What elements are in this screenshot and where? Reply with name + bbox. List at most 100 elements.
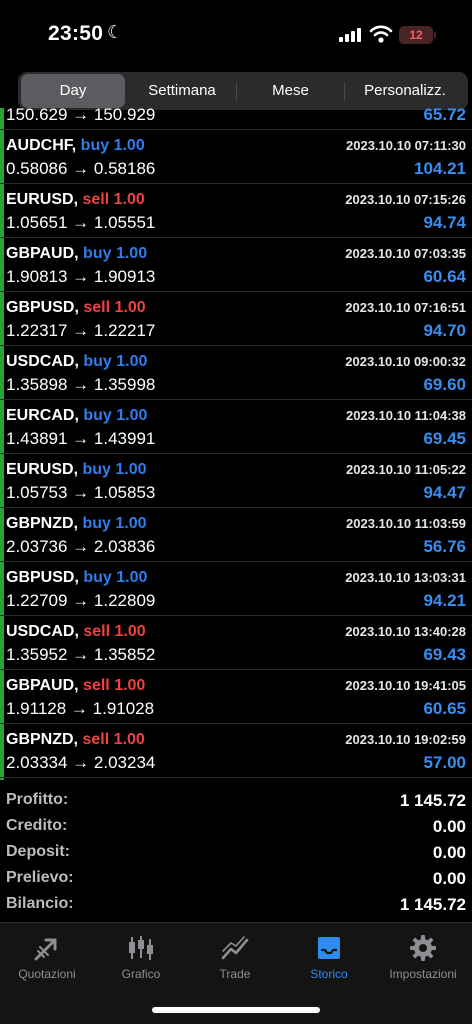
trade-profit: 57.00 <box>423 753 466 772</box>
tab-history[interactable]: Storico <box>282 923 376 993</box>
trade-date: 2023.10.10 19:02:59 <box>345 732 466 747</box>
trade-date: 2023.10.10 07:11:30 <box>346 138 466 153</box>
list-item[interactable]: USDCAD, buy 1.00 1.35898 → 1.35998 2023.10… <box>0 346 472 400</box>
trade-profit: 94.70 <box>423 321 466 340</box>
trade-prices: 0.58086 → 0.58186 <box>6 159 156 178</box>
trade-side: sell <box>82 191 110 208</box>
trade-history-list[interactable]: 150.629 → 150.929 65.72 AUDCHF, buy 1.00… <box>0 108 472 780</box>
trade-side: sell <box>83 299 111 316</box>
trade-symbol: GBPAUD, <box>6 245 79 262</box>
trade-prices: 1.90813 → 1.90913 <box>6 267 156 286</box>
trade-lots: 1.00 <box>113 731 145 748</box>
trade-prices: 2.03736 → 2.03836 <box>6 537 156 556</box>
trade-profit: 69.60 <box>423 375 466 394</box>
quotes-icon <box>34 938 57 961</box>
trade-prices: 1.22709 → 1.22809 <box>6 591 156 610</box>
trade-prices: 1.35898 → 1.35998 <box>6 375 156 394</box>
summary-row-deposit: Deposit: 0.00 <box>0 840 472 866</box>
list-item[interactable]: GBPNZD, buy 1.00 2.03736 → 2.03836 2023.10… <box>0 508 472 562</box>
battery-icon: 12 <box>399 26 436 44</box>
trade-profit: 60.64 <box>423 267 466 286</box>
trade-side: sell <box>82 731 110 748</box>
list-item[interactable]: USDCAD, sell 1.00 1.35952 → 1.35852 2023.1… <box>0 616 472 670</box>
summary-row-profit: Profitto: 1 145.72 <box>0 788 472 814</box>
list-item[interactable]: GBPAUD, buy 1.00 1.90813 → 1.90913 2023.10… <box>0 238 472 292</box>
list-item[interactable]: GBPUSD, buy 1.00 1.22709 → 1.22809 2023.10… <box>0 562 472 616</box>
trade-side: buy <box>82 515 111 532</box>
candlestick-icon <box>129 936 153 960</box>
list-item[interactable]: EURUSD, sell 1.00 1.05651 → 1.05551 2023.1… <box>0 184 472 238</box>
trade-lots: 1.00 <box>115 461 147 478</box>
trade-symbol: USDCAD, <box>6 623 79 640</box>
trade-date: 2023.10.10 19:41:05 <box>345 678 466 693</box>
list-item[interactable]: EURUSD, buy 1.00 1.05753 → 1.05853 2023.10… <box>0 454 472 508</box>
trade-date: 2023.10.10 07:15:26 <box>345 192 466 207</box>
trade-prices: 2.03334 → 2.03234 <box>6 753 156 772</box>
trade-prices: 1.91128 → 1.91028 <box>6 699 155 718</box>
trade-date: 2023.10.10 11:05:22 <box>346 462 466 477</box>
list-item[interactable]: GBPUSD, sell 1.00 1.22317 → 1.22217 2023.1… <box>0 292 472 346</box>
trade-profit: 69.45 <box>423 429 466 448</box>
trade-prices: 1.22317 → 1.22217 <box>6 321 156 340</box>
cellular-signal-icon <box>339 28 363 42</box>
list-item[interactable]: GBPAUD, sell 1.00 1.91128 → 1.91028 2023.1… <box>0 670 472 724</box>
summary-label: Deposit: <box>6 843 70 860</box>
trade-profit: 60.65 <box>423 699 466 718</box>
trade-symbol-line: USDCAD, sell 1.00 <box>6 623 146 641</box>
list-item[interactable]: GBPNZD, sell 1.00 2.03334 → 2.03234 2023.1… <box>0 724 472 778</box>
status-time: 23:50 <box>48 22 104 45</box>
trade-date: 2023.10.10 11:04:38 <box>346 408 466 423</box>
summary-value: 0.00 <box>432 869 466 888</box>
tab-trade[interactable]: Trade <box>188 923 282 993</box>
list-item-partial[interactable]: 150.629 → 150.929 65.72 <box>0 108 472 130</box>
trade-symbol: EURUSD, <box>6 191 79 208</box>
gear-icon <box>410 935 436 961</box>
tab-label: Trade <box>219 967 251 981</box>
account-summary: Profitto: 1 145.72 Credito: 0.00 Deposit… <box>0 782 472 922</box>
trade-date: 2023.10.10 07:16:51 <box>345 300 466 315</box>
trade-symbol-line: GBPUSD, sell 1.00 <box>6 299 146 317</box>
segment-month[interactable]: Mese <box>237 74 344 108</box>
trade-profit: 94.21 <box>423 591 466 610</box>
tab-label: Impostazioni <box>389 967 457 981</box>
trade-prices: 1.43891 → 1.43991 <box>6 429 156 448</box>
trade-symbol: GBPUSD, <box>6 299 79 316</box>
period-segmented-control: Day Settimana Mese Personalizz. <box>18 72 468 110</box>
trade-profit: 65.72 <box>423 108 466 124</box>
summary-row-credit: Credito: 0.00 <box>0 814 472 840</box>
summary-value: 1 145.72 <box>399 895 466 914</box>
trade-symbol: GBPNZD, <box>6 731 78 748</box>
list-item[interactable]: EURCAD, buy 1.00 1.43891 → 1.43991 2023.10… <box>0 400 472 454</box>
summary-row-balance: Bilancio: 1 145.72 <box>0 892 472 918</box>
trade-profit: 104.21 <box>414 159 466 178</box>
segment-custom[interactable]: Personalizz. <box>345 74 465 108</box>
do-not-disturb-moon-icon: ☾ <box>107 22 124 42</box>
segment-week[interactable]: Settimana <box>128 74 236 108</box>
trade-symbol-line: GBPUSD, buy 1.00 <box>6 569 147 587</box>
trade-prices: 1.05651 → 1.05551 <box>6 213 156 232</box>
trade-side: sell <box>83 677 110 694</box>
summary-label: Credito: <box>6 817 68 834</box>
summary-label: Bilancio: <box>6 895 74 912</box>
trade-date: 2023.10.10 11:03:59 <box>346 516 466 531</box>
tab-chart[interactable]: Grafico <box>94 923 188 993</box>
segment-day[interactable]: Day <box>21 74 125 108</box>
home-indicator <box>152 1007 320 1013</box>
trade-side: buy <box>83 569 112 586</box>
trade-side: sell <box>83 623 111 640</box>
trade-profit: 56.76 <box>423 537 466 556</box>
trade-symbol-line: USDCAD, buy 1.00 <box>6 353 147 371</box>
trade-symbol: GBPNZD, <box>6 515 78 532</box>
tab-quotes[interactable]: Quotazioni <box>0 923 94 993</box>
trade-symbol-line: GBPNZD, buy 1.00 <box>6 515 147 533</box>
trade-lots: 1.00 <box>116 407 148 424</box>
trade-prices: 1.05753 → 1.05853 <box>6 483 156 502</box>
trade-date: 2023.10.10 07:03:35 <box>345 246 466 261</box>
trade-side: buy <box>83 245 112 262</box>
trade-side: buy <box>82 461 111 478</box>
trade-symbol-line: GBPAUD, sell 1.00 <box>6 677 145 695</box>
trade-date: 2023.10.10 13:40:28 <box>345 624 466 639</box>
list-item[interactable]: AUDCHF, buy 1.00 0.58086 → 0.58186 2023.10… <box>0 130 472 184</box>
trade-symbol-line: EURCAD, buy 1.00 <box>6 407 147 425</box>
tab-settings[interactable]: Impostazioni <box>376 923 470 993</box>
